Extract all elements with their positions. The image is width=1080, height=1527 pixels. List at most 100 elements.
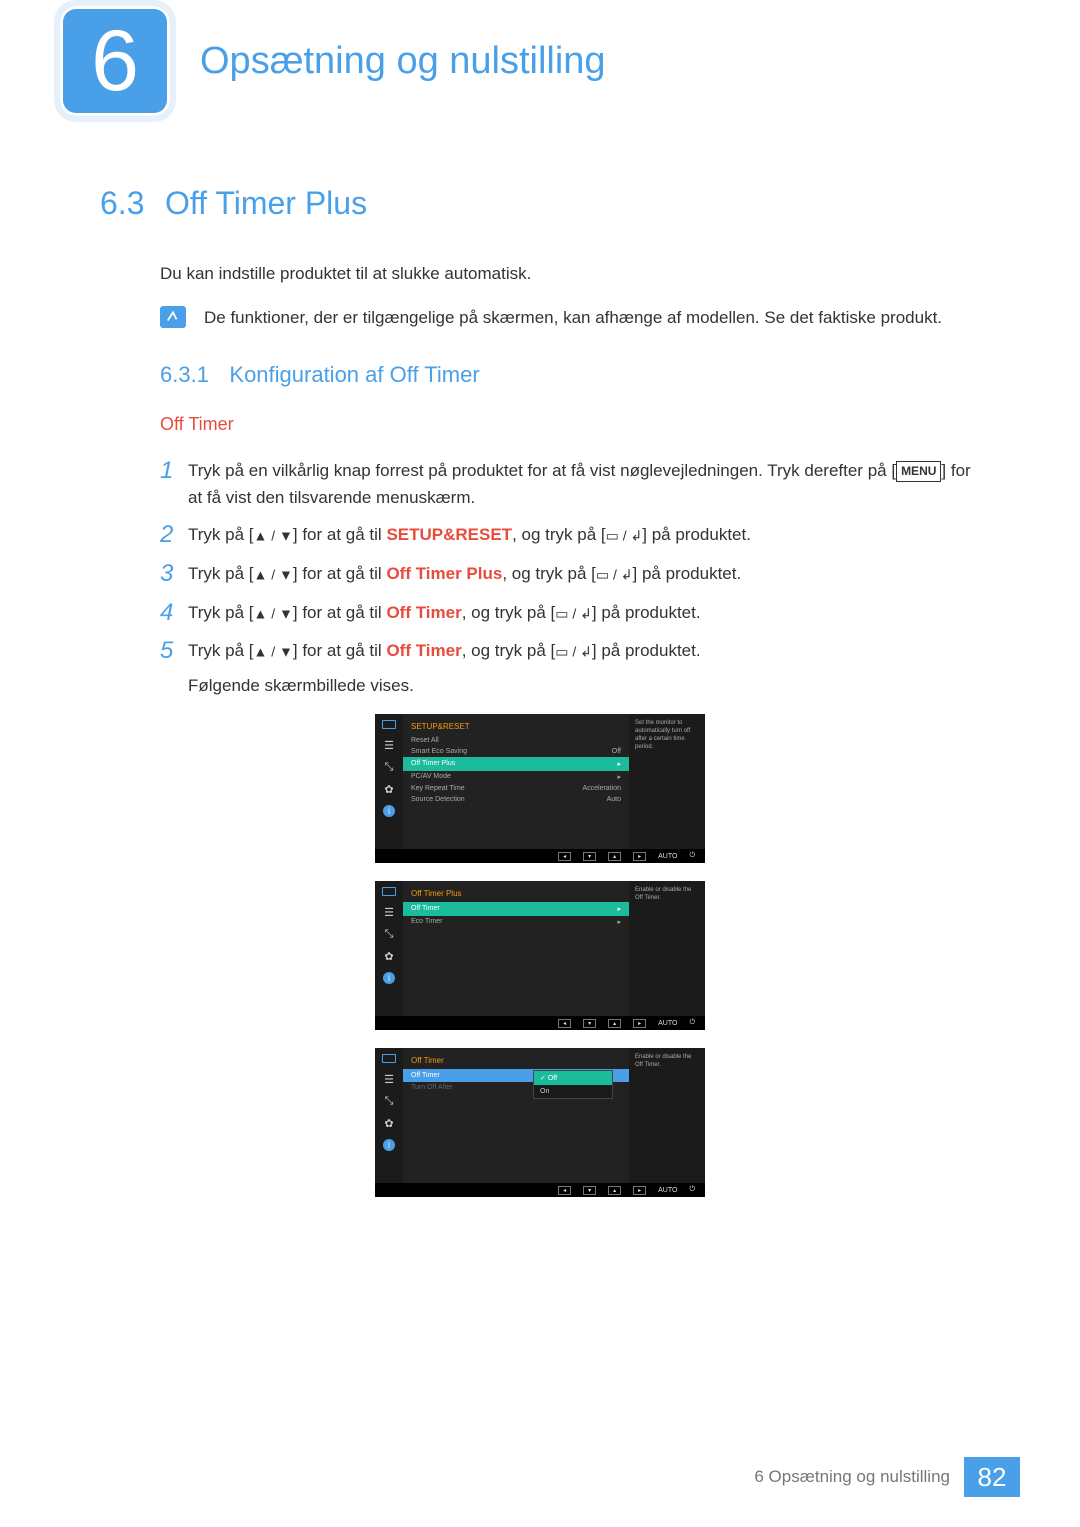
osd-title: Off Timer	[403, 1054, 629, 1069]
info-icon: i	[383, 805, 395, 817]
osd-main: Off Timer Plus Off Timer▸ Eco Timer▸	[403, 881, 629, 1016]
menu-button-label: MENU	[896, 461, 941, 482]
subsection-title: Konfiguration af Off Timer	[229, 362, 479, 388]
info-icon: i	[383, 972, 395, 984]
osd-sidebar: ☰ ⤡ ✿ i	[375, 714, 403, 849]
nav-auto-label: AUTO	[658, 853, 677, 860]
sub-heading: Off Timer	[160, 414, 980, 435]
subsection-number: 6.3.1	[160, 362, 209, 388]
nav-down-icon: ▾	[583, 852, 596, 861]
osd-title: SETUP&RESET	[403, 720, 629, 735]
osd-row: PC/AV Mode▸	[403, 771, 629, 783]
step-text: Tryk på en vilkårlig knap forrest på pro…	[188, 457, 980, 511]
step-5: 5 Tryk på [▲ / ▼] for at gå til Off Time…	[160, 637, 980, 666]
osd-popup: ✓ Off On	[533, 1070, 613, 1099]
section-heading: 6.3 Off Timer Plus	[100, 185, 980, 222]
nav-auto-label: AUTO	[658, 1020, 677, 1027]
gear-icon: ✿	[381, 950, 397, 962]
osd-row: Smart Eco SavingOff	[403, 746, 629, 757]
resize-icon: ⤡	[381, 761, 397, 773]
osd-screenshot-3: ☰ ⤡ ✿ i Off Timer Off Timer Turn Off Aft…	[375, 1048, 705, 1197]
osd-row: Source DetectionAuto	[403, 794, 629, 805]
osd-row: Eco Timer▸	[403, 916, 629, 928]
footer-chapter-label: 6 Opsætning og nulstilling	[754, 1467, 950, 1487]
list-icon: ☰	[381, 906, 397, 918]
section-title: Off Timer Plus	[165, 185, 367, 222]
step-3: 3 Tryk på [▲ / ▼] for at gå til Off Time…	[160, 560, 980, 589]
step-text: Tryk på [▲ / ▼] for at gå til Off Timer …	[188, 560, 741, 587]
chapter-number: 6	[91, 12, 139, 111]
monitor-icon	[382, 887, 396, 896]
subsection-heading: 6.3.1 Konfiguration af Off Timer	[160, 362, 980, 388]
osd-sidebar: ☰ ⤡ ✿ i	[375, 1048, 403, 1183]
step-1: 1 Tryk på en vilkårlig knap forrest på p…	[160, 457, 980, 511]
nav-left-icon: ◂	[558, 1019, 571, 1028]
note-icon	[160, 306, 186, 328]
ok-enter-icon: ▭ / ↲	[555, 605, 592, 621]
up-down-icon: ▲ / ▼	[254, 566, 293, 582]
step-2: 2 Tryk på [▲ / ▼] for at gå til SETUP&RE…	[160, 521, 980, 550]
osd-row-highlight: Off Timer▸	[403, 902, 629, 916]
osd-navbar: ◂ ▾ ▴ ▸ AUTO ⏻	[375, 1183, 705, 1197]
nav-right-icon: ▸	[633, 852, 646, 861]
nav-up-icon: ▴	[608, 1186, 621, 1195]
monitor-icon	[382, 720, 396, 729]
osd-help-text: Enable or disable the Off Timer.	[629, 1048, 705, 1183]
ok-enter-icon: ▭ / ↲	[596, 566, 633, 582]
osd-help-text: Enable or disable the Off Timer.	[629, 881, 705, 1016]
section-number: 6.3	[100, 185, 144, 222]
nav-down-icon: ▾	[583, 1019, 596, 1028]
note-text: De funktioner, der er tilgængelige på sk…	[204, 306, 942, 330]
osd-main: Off Timer Off Timer Turn Off After ✓ Off…	[403, 1048, 629, 1183]
osd-screenshot-1: ☰ ⤡ ✿ i SETUP&RESET Reset All Smart Eco …	[375, 714, 705, 863]
nav-down-icon: ▾	[583, 1186, 596, 1195]
info-icon: i	[383, 1139, 395, 1151]
power-icon: ⏻	[689, 852, 695, 860]
step-number: 3	[160, 560, 188, 589]
up-down-icon: ▲ / ▼	[254, 644, 293, 660]
ok-enter-icon: ▭ / ↲	[555, 644, 592, 660]
up-down-icon: ▲ / ▼	[254, 605, 293, 621]
step-follow-text: Følgende skærmbillede vises.	[188, 676, 980, 696]
gear-icon: ✿	[381, 1117, 397, 1129]
osd-help-text: Set the monitor to automatically turn of…	[629, 714, 705, 849]
intro-paragraph: Du kan indstille produktet til at slukke…	[160, 262, 980, 286]
power-icon: ⏻	[689, 1186, 695, 1194]
monitor-icon	[382, 1054, 396, 1063]
up-down-icon: ▲ / ▼	[254, 527, 293, 543]
list-icon: ☰	[381, 1073, 397, 1085]
gear-icon: ✿	[381, 783, 397, 795]
osd-row: Reset All	[403, 735, 629, 746]
step-text: Tryk på [▲ / ▼] for at gå til Off Timer,…	[188, 637, 701, 664]
popup-option: On	[534, 1085, 612, 1098]
list-icon: ☰	[381, 739, 397, 751]
osd-main: SETUP&RESET Reset All Smart Eco SavingOf…	[403, 714, 629, 849]
step-number: 4	[160, 599, 188, 628]
nav-auto-label: AUTO	[658, 1187, 677, 1194]
page-number: 82	[964, 1457, 1020, 1497]
step-4: 4 Tryk på [▲ / ▼] for at gå til Off Time…	[160, 599, 980, 628]
osd-navbar: ◂ ▾ ▴ ▸ AUTO ⏻	[375, 849, 705, 863]
ok-enter-icon: ▭ / ↲	[606, 527, 643, 543]
step-number: 2	[160, 521, 188, 550]
popup-option-selected: ✓ Off	[534, 1071, 612, 1085]
osd-row-highlight: Off Timer Plus▸	[403, 757, 629, 771]
power-icon: ⏻	[689, 1019, 695, 1027]
osd-title: Off Timer Plus	[403, 887, 629, 902]
nav-right-icon: ▸	[633, 1019, 646, 1028]
chapter-title: Opsætning og nulstilling	[200, 40, 606, 83]
osd-row: Key Repeat TimeAcceleration	[403, 783, 629, 794]
nav-left-icon: ◂	[558, 1186, 571, 1195]
chapter-number-badge: 6	[60, 6, 170, 116]
step-text: Tryk på [▲ / ▼] for at gå til Off Timer,…	[188, 599, 701, 626]
osd-screenshot-2: ☰ ⤡ ✿ i Off Timer Plus Off Timer▸ Eco Ti…	[375, 881, 705, 1030]
osd-sidebar: ☰ ⤡ ✿ i	[375, 881, 403, 1016]
page-footer: 6 Opsætning og nulstilling 82	[754, 1457, 1020, 1497]
nav-up-icon: ▴	[608, 852, 621, 861]
resize-icon: ⤡	[381, 1095, 397, 1107]
osd-navbar: ◂ ▾ ▴ ▸ AUTO ⏻	[375, 1016, 705, 1030]
nav-left-icon: ◂	[558, 852, 571, 861]
note-row: De funktioner, der er tilgængelige på sk…	[160, 306, 980, 330]
step-number: 5	[160, 637, 188, 666]
resize-icon: ⤡	[381, 928, 397, 940]
